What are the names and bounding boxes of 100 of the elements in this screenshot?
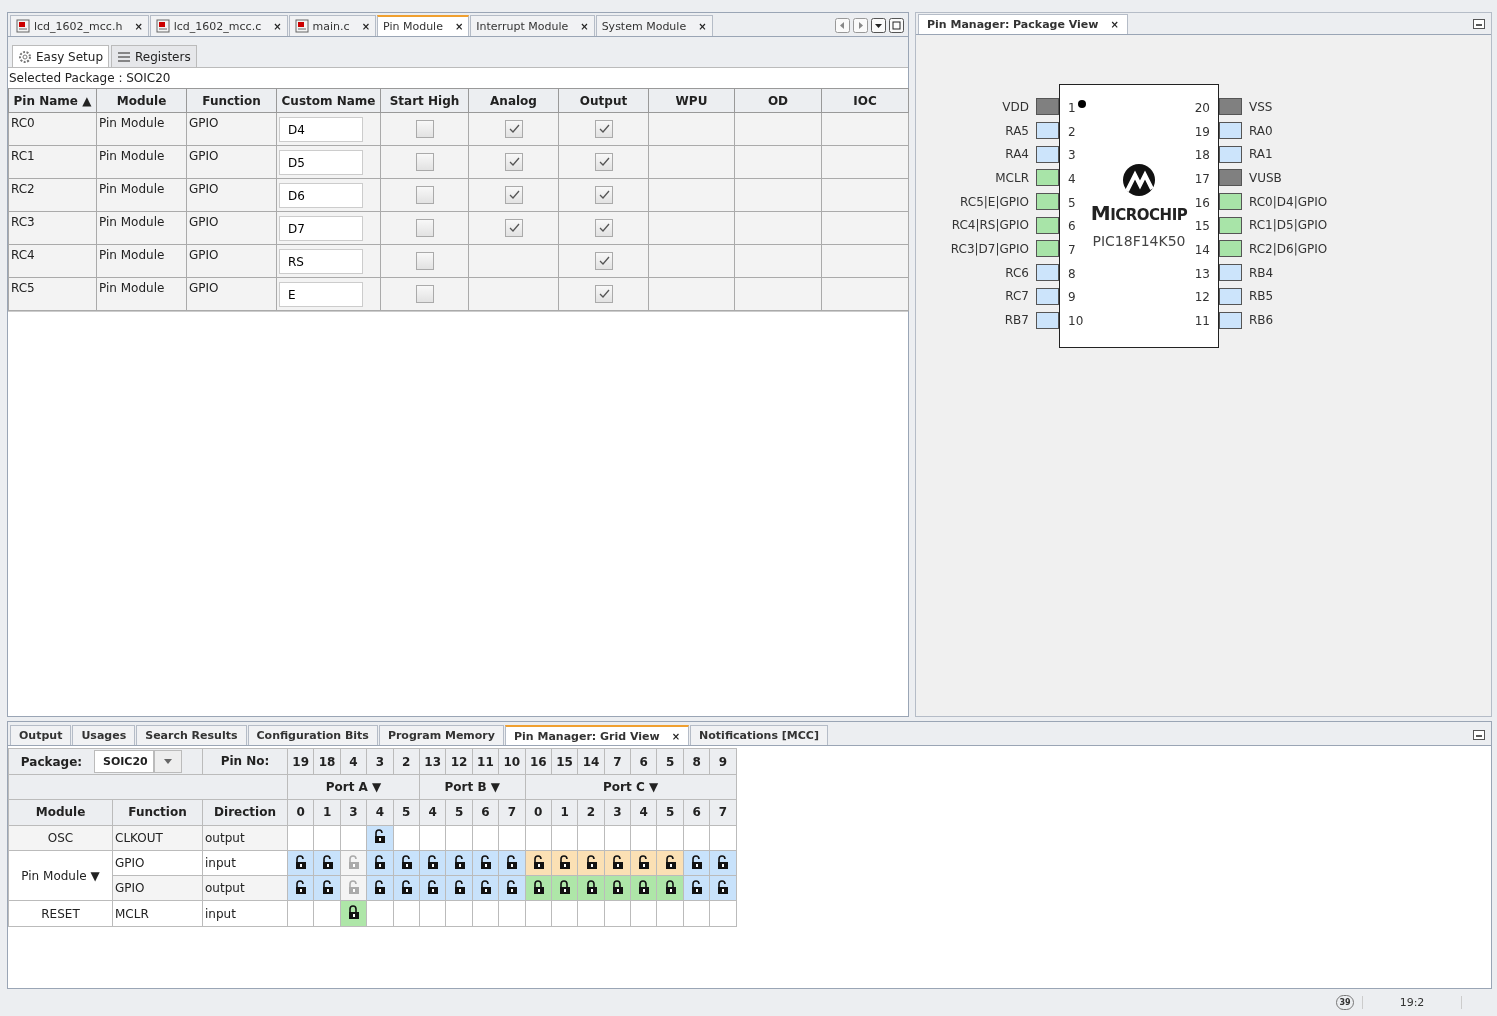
panel-tab[interactable]: Notifications [MCC] xyxy=(690,725,828,745)
pin-box[interactable] xyxy=(1036,98,1059,116)
port-header[interactable]: Port C ▼ xyxy=(603,780,659,795)
pin-box[interactable] xyxy=(1036,287,1059,305)
checkbox[interactable] xyxy=(504,153,523,171)
checkbox[interactable] xyxy=(594,252,613,270)
pin-number: 9 xyxy=(718,754,728,769)
close-icon[interactable]: × xyxy=(454,21,464,32)
close-icon[interactable]: × xyxy=(134,20,143,32)
table-cell: input xyxy=(205,856,236,871)
checkbox[interactable] xyxy=(594,219,613,237)
input-field[interactable]: D7 xyxy=(279,216,363,241)
checkbox[interactable] xyxy=(504,219,523,237)
column-header[interactable]: IOC xyxy=(821,88,909,113)
pin-box[interactable] xyxy=(1219,216,1242,234)
dropdown-button[interactable] xyxy=(154,750,182,773)
checkbox[interactable] xyxy=(415,252,434,270)
checkbox[interactable] xyxy=(594,186,613,204)
column-header[interactable]: OD xyxy=(734,88,822,113)
table-cell: GPIO xyxy=(189,149,219,163)
bit-number: 4 xyxy=(639,805,648,820)
checkbox[interactable] xyxy=(415,186,434,204)
bit-number: 2 xyxy=(586,805,596,820)
editor-tab[interactable]: lcd_1602_mcc.c × xyxy=(149,15,288,36)
column-header: Module xyxy=(35,805,86,820)
pin-label: RC5|E|GPIO xyxy=(959,193,1030,211)
pin-box[interactable] xyxy=(1036,240,1059,258)
checkbox[interactable] xyxy=(594,120,613,138)
close-icon[interactable]: × xyxy=(671,730,681,742)
pin-box[interactable] xyxy=(1219,122,1242,140)
panel-tab[interactable]: Output xyxy=(10,725,72,745)
checkbox[interactable] xyxy=(504,186,523,204)
close-icon[interactable]: × xyxy=(1110,19,1119,30)
checkbox[interactable] xyxy=(594,285,613,303)
input-field[interactable]: D5 xyxy=(279,150,363,175)
panel-tab[interactable]: Search Results xyxy=(136,725,247,745)
unlocked-icon xyxy=(373,879,387,894)
column-header[interactable]: Module xyxy=(96,88,187,113)
maximize-icon xyxy=(889,18,904,33)
pin-box[interactable] xyxy=(1219,169,1242,187)
editor-tab[interactable]: Pin Module × xyxy=(377,15,470,36)
lock-icon xyxy=(637,879,651,894)
pin-box[interactable] xyxy=(1219,287,1242,305)
pin-box[interactable] xyxy=(1036,145,1059,163)
panel-tab[interactable]: Pin Manager: Package View × xyxy=(918,14,1128,34)
close-icon[interactable]: × xyxy=(698,20,707,32)
document-icon xyxy=(16,19,30,33)
pin-box[interactable] xyxy=(1036,169,1059,187)
column-header[interactable]: Output xyxy=(558,88,649,113)
lock-icon xyxy=(663,879,677,894)
pin-box[interactable] xyxy=(1036,216,1059,234)
checkbox[interactable] xyxy=(415,219,434,237)
input-field[interactable]: RS xyxy=(279,249,363,274)
column-header[interactable]: WPU xyxy=(648,88,735,113)
pin-label: RA5 xyxy=(1004,122,1030,140)
view-tab[interactable]: Easy Setup xyxy=(12,45,110,67)
pin-number: 11 xyxy=(477,754,494,769)
table-cell: GPIO xyxy=(189,182,219,196)
pin-box[interactable] xyxy=(1219,240,1242,258)
editor-tab[interactable]: System Module × xyxy=(595,15,713,36)
column-header[interactable]: Pin Name ▲ xyxy=(8,88,97,113)
close-icon[interactable]: × xyxy=(580,20,589,32)
checkbox[interactable] xyxy=(415,285,434,303)
module-name[interactable]: OSC xyxy=(47,830,74,845)
panel-tab[interactable]: Usages xyxy=(72,725,136,745)
panel-tab[interactable]: Pin Manager: Grid View × xyxy=(504,725,690,745)
pin-box[interactable] xyxy=(1219,193,1242,211)
column-header[interactable]: Function xyxy=(186,88,277,113)
bit-number: 7 xyxy=(507,805,516,820)
pin-box[interactable] xyxy=(1036,193,1059,211)
panel-tab[interactable]: Program Memory xyxy=(378,725,504,745)
column-header[interactable]: Analog xyxy=(468,88,559,113)
pin-box[interactable] xyxy=(1036,122,1059,140)
close-icon[interactable]: × xyxy=(361,20,370,32)
panel-tab[interactable]: Configuration Bits xyxy=(247,725,378,745)
pin-box[interactable] xyxy=(1219,145,1242,163)
pin-box[interactable] xyxy=(1036,264,1059,282)
column-header[interactable]: Start High xyxy=(380,88,469,113)
pin-box[interactable] xyxy=(1036,311,1059,329)
editor-tab[interactable]: lcd_1602_mcc.h × xyxy=(10,15,149,36)
view-tab[interactable]: Registers xyxy=(111,45,197,67)
editor-tab[interactable]: main.c × xyxy=(288,15,376,36)
pin-box[interactable] xyxy=(1219,264,1242,282)
pin-box[interactable] xyxy=(1219,98,1242,116)
editor-tab[interactable]: Interrupt Module × xyxy=(470,15,595,36)
input-field[interactable]: D4 xyxy=(279,117,363,142)
checkbox[interactable] xyxy=(415,120,434,138)
field-label: Pin No: xyxy=(202,749,287,774)
input-field[interactable]: E xyxy=(279,282,363,307)
checkbox[interactable] xyxy=(415,153,434,171)
checkbox[interactable] xyxy=(594,153,613,171)
column-header[interactable]: Custom Name xyxy=(276,88,381,113)
package-dropdown[interactable]: SOIC20 xyxy=(94,750,154,773)
close-icon[interactable]: × xyxy=(273,20,282,32)
checkbox[interactable] xyxy=(504,120,523,138)
logo-icon xyxy=(1120,163,1158,197)
input-field[interactable]: D6 xyxy=(279,183,363,208)
table-cell: RC1 xyxy=(11,149,35,163)
pin-box[interactable] xyxy=(1219,311,1242,329)
pin-label: RA1 xyxy=(1248,146,1274,164)
